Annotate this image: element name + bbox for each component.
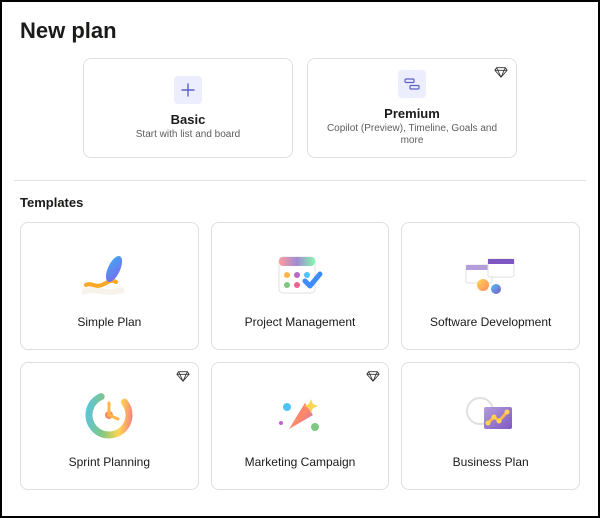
- plan-subtitle-premium: Copilot (Preview), Timeline, Goals and m…: [318, 123, 506, 147]
- page-title: New plan: [14, 18, 586, 44]
- business-plan-icon: [456, 383, 526, 447]
- diamond-icon: [366, 369, 380, 388]
- software-development-icon: [456, 243, 526, 307]
- plan-card-premium[interactable]: Premium Copilot (Preview), Timeline, Goa…: [307, 58, 517, 158]
- simple-plan-icon: [74, 243, 144, 307]
- plan-subtitle-basic: Start with list and board: [136, 129, 241, 141]
- plan-options-row: Basic Start with list and board Premium …: [14, 58, 586, 158]
- template-card-business-plan[interactable]: Business Plan: [401, 362, 580, 490]
- plan-title-premium: Premium: [384, 106, 440, 121]
- template-label: Software Development: [430, 315, 551, 329]
- timeline-icon: [398, 70, 426, 98]
- template-label: Sprint Planning: [69, 455, 150, 469]
- diamond-icon: [494, 65, 508, 84]
- template-label: Marketing Campaign: [245, 455, 356, 469]
- templates-section-title: Templates: [14, 195, 586, 210]
- divider: [14, 180, 586, 181]
- plan-title-basic: Basic: [171, 112, 206, 127]
- template-label: Project Management: [245, 315, 356, 329]
- template-card-marketing-campaign[interactable]: Marketing Campaign: [211, 362, 390, 490]
- plan-card-basic[interactable]: Basic Start with list and board: [83, 58, 293, 158]
- diamond-icon: [176, 369, 190, 388]
- template-label: Simple Plan: [77, 315, 141, 329]
- template-card-simple-plan[interactable]: Simple Plan: [20, 222, 199, 350]
- project-management-icon: [265, 243, 335, 307]
- template-label: Business Plan: [453, 455, 529, 469]
- template-grid: Simple Plan Project Management: [14, 222, 586, 490]
- template-card-sprint-planning[interactable]: Sprint Planning: [20, 362, 199, 490]
- plus-icon: [174, 76, 202, 104]
- sprint-planning-icon: [74, 383, 144, 447]
- marketing-campaign-icon: [265, 383, 335, 447]
- template-card-project-management[interactable]: Project Management: [211, 222, 390, 350]
- template-card-software-development[interactable]: Software Development: [401, 222, 580, 350]
